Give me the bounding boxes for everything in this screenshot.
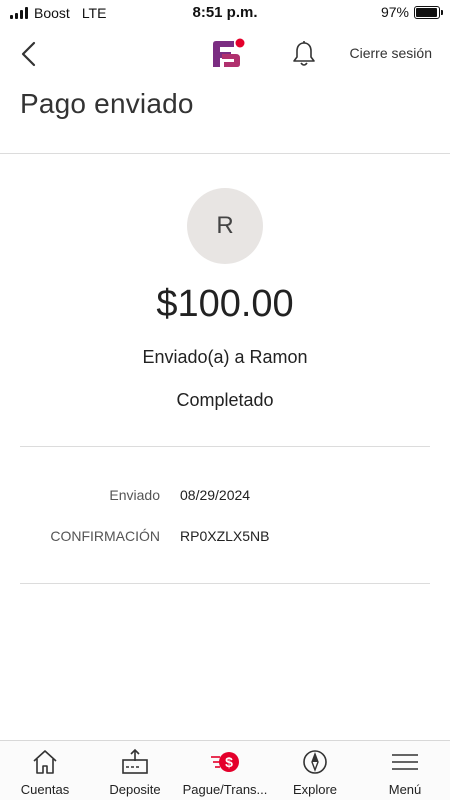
deposit-icon xyxy=(122,748,148,774)
chevron-left-icon xyxy=(21,41,36,67)
page-title: Pago enviado xyxy=(20,88,194,119)
tab-label: Cuentas xyxy=(20,782,70,797)
recipient-initial: R xyxy=(216,212,234,239)
svg-text:$: $ xyxy=(225,754,233,770)
logout-link[interactable]: Cierre sesión xyxy=(350,45,432,61)
tab-label: Menú xyxy=(388,782,422,797)
payment-amount: $100.00 xyxy=(156,283,294,325)
confirmation-label: CONFIRMACIÓN xyxy=(50,528,160,544)
pay-transfer-icon: $ xyxy=(211,752,239,772)
confirmation-value: RP0XZLX5NB xyxy=(180,528,270,544)
status-right: 97% xyxy=(380,4,443,20)
sent-date-label: Enviado xyxy=(109,487,160,503)
tab-explore[interactable]: Explore xyxy=(270,741,360,800)
compass-icon xyxy=(303,750,327,774)
title-divider xyxy=(0,153,450,154)
sent-date-value: 08/29/2024 xyxy=(180,487,251,503)
tab-cuentas[interactable]: Cuentas xyxy=(0,741,90,800)
bottom-tab-bar: Cuentas Deposite $ Pague/Trans... Explor… xyxy=(0,740,450,800)
brand-logo xyxy=(210,38,246,70)
menu-icon xyxy=(392,754,418,770)
back-button[interactable] xyxy=(18,40,42,68)
battery-fill xyxy=(416,7,438,17)
home-icon xyxy=(33,750,57,774)
bell-icon xyxy=(293,41,315,66)
section-divider-bottom xyxy=(20,583,430,584)
notifications-button[interactable] xyxy=(291,40,317,68)
tab-label: Pague/Trans... xyxy=(182,782,268,797)
battery-percent: 97% xyxy=(380,4,409,20)
battery-icon xyxy=(414,5,443,19)
tab-menu[interactable]: Menú xyxy=(360,741,450,800)
status-bar: Boost LTE 8:51 p.m. 97% xyxy=(0,0,450,26)
section-divider xyxy=(20,446,430,447)
nav-bar: Cierre sesión xyxy=(0,28,450,80)
payment-status: Completado xyxy=(176,390,274,410)
tab-pague-transfiera[interactable]: $ Pague/Trans... xyxy=(180,741,270,800)
sent-to-text: Enviado(a) a Ramon xyxy=(142,347,308,367)
tab-label: Deposite xyxy=(109,782,161,797)
tab-label: Explore xyxy=(292,782,338,797)
brand-logo-icon xyxy=(213,38,245,67)
recipient-avatar: R xyxy=(187,188,263,264)
tab-deposite[interactable]: Deposite xyxy=(90,741,180,800)
